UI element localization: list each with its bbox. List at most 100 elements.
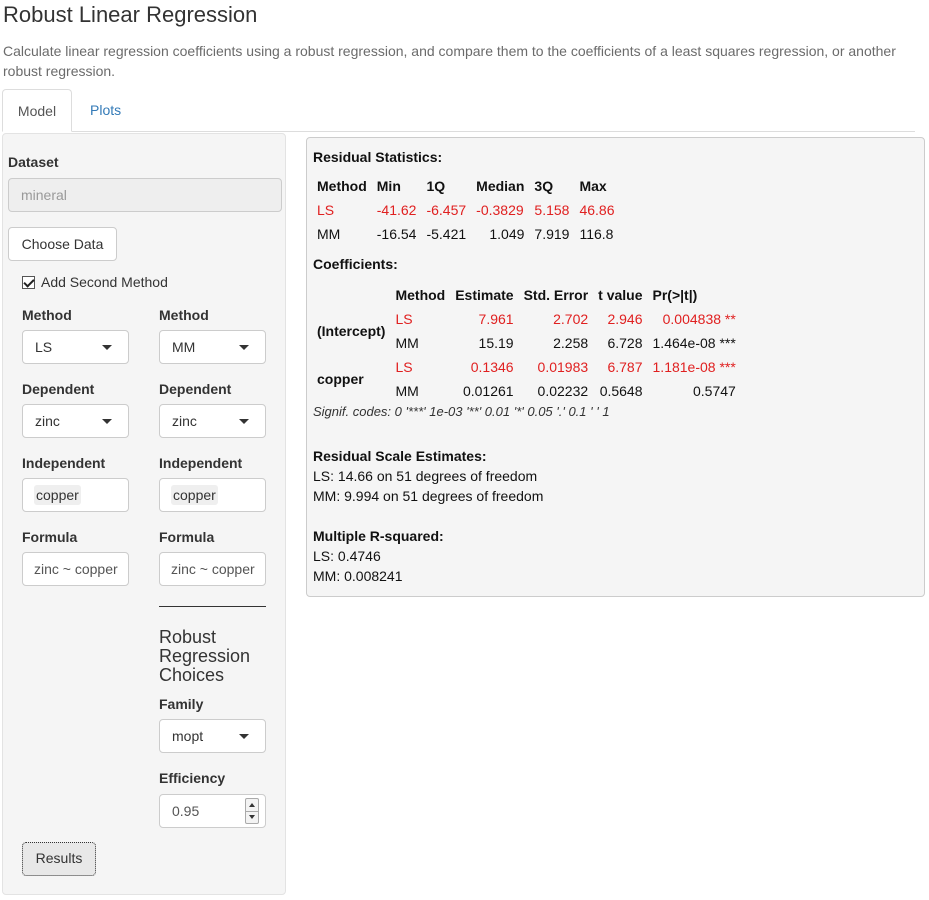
table-row: copper LS 0.1346 0.01983 6.787 1.181e-08… <box>317 355 746 387</box>
cell-max: 116.8 <box>579 226 614 242</box>
table-row: MM -16.54 -5.421 1.049 7.919 116.8 <box>317 222 625 246</box>
cell-estimate: 0.1346 <box>470 359 514 375</box>
independent-input-2[interactable]: copper <box>159 478 266 512</box>
cell-1q: -6.457 <box>426 202 467 218</box>
col-1q: 1Q <box>426 178 446 194</box>
cell-std-error: 2.702 <box>553 311 589 327</box>
output-panel: Residual Statistics: Method Min 1Q Media… <box>306 137 925 597</box>
tab-plots[interactable]: Plots <box>75 89 136 132</box>
spin-up-icon[interactable] <box>246 799 258 811</box>
results-button[interactable]: Results <box>22 842 96 876</box>
independent-chip-1[interactable]: copper <box>34 485 81 505</box>
cell-t-value: 0.5648 <box>599 383 643 399</box>
coefficients-table: Method Estimate Std. Error t value Pr(>|… <box>317 283 746 403</box>
caret-down-icon <box>239 345 249 350</box>
independent-label-2: Independent <box>159 455 243 471</box>
cell-estimate: 0.01261 <box>462 383 514 399</box>
table-header-row: Method Estimate Std. Error t value Pr(>|… <box>317 283 746 307</box>
cell-std-error: 0.02232 <box>537 383 589 399</box>
cell-p-value: 1.464e-08 *** <box>652 335 736 351</box>
cell-method: LS <box>395 311 413 327</box>
page-description: Calculate linear regression coefficients… <box>3 43 896 79</box>
dependent-select-2[interactable]: zinc <box>159 404 266 438</box>
cell-method: LS <box>317 202 335 218</box>
cell-method: MM <box>395 383 419 399</box>
method-select-2[interactable]: MM <box>159 330 266 364</box>
caret-down-icon <box>239 419 249 424</box>
formula-input-2[interactable]: zinc ~ copper <box>159 552 266 586</box>
tab-bar: Model Plots <box>2 89 915 132</box>
formula-input-1[interactable]: zinc ~ copper <box>22 552 129 586</box>
term-copper: copper <box>317 371 364 387</box>
cell-max: 46.86 <box>579 202 615 218</box>
caret-down-icon <box>102 419 112 424</box>
family-select[interactable]: mopt <box>159 719 266 753</box>
cell-p-value: 0.004838 ** <box>662 311 736 327</box>
formula-label-1: Formula <box>22 529 78 545</box>
col-3q: 3Q <box>534 178 554 194</box>
cell-t-value: 2.946 <box>607 311 643 327</box>
caret-down-icon <box>239 734 249 739</box>
col-method: Method <box>317 178 367 194</box>
efficiency-label: Efficiency <box>159 770 226 786</box>
table-row: (Intercept) LS 7.961 2.702 2.946 0.00483… <box>317 307 746 339</box>
independent-chip-2[interactable]: copper <box>171 485 218 505</box>
checkbox-checked-icon[interactable] <box>22 276 35 289</box>
col-max: Max <box>579 178 607 194</box>
col-std-error: Std. Error <box>523 287 589 303</box>
cell-p-value: 1.181e-08 *** <box>652 359 736 375</box>
cell-t-value: 6.787 <box>607 359 643 375</box>
signif-codes: Signif. codes: 0 '***' 1e-03 '**' 0.01 '… <box>313 404 610 419</box>
independent-input-1[interactable]: copper <box>22 478 129 512</box>
cell-min: -41.62 <box>376 202 417 218</box>
cell-1q: -5.421 <box>426 226 467 242</box>
cell-estimate: 15.19 <box>478 335 514 351</box>
efficiency-value: 0.95 <box>172 803 200 819</box>
cell-method: MM <box>395 335 419 351</box>
family-label: Family <box>159 696 204 712</box>
sidebar-panel: Dataset mineral Choose Data Add Second M… <box>2 133 286 895</box>
page-title: Robust Linear Regression <box>3 2 258 27</box>
cell-std-error: 0.01983 <box>537 359 589 375</box>
cell-median: 1.049 <box>489 226 525 242</box>
rsq-heading: Multiple R-squared: <box>313 528 444 544</box>
col-term <box>317 283 395 307</box>
tab-model[interactable]: Model <box>2 89 72 132</box>
robust-choices-heading: Robust Regression Choices <box>159 627 251 685</box>
term-intercept: (Intercept) <box>317 323 386 339</box>
cell-p-value: 0.5747 <box>692 383 736 399</box>
cell-std-error: 2.258 <box>553 335 589 351</box>
coefficients-heading: Coefficients: <box>313 256 398 272</box>
dependent-select-2-value: zinc <box>172 413 197 429</box>
add-second-method-checkbox[interactable]: Add Second Method <box>22 272 168 292</box>
col-method: Method <box>395 287 446 303</box>
cell-method: LS <box>395 359 413 375</box>
dataset-label: Dataset <box>8 154 59 170</box>
method-select-1-value: LS <box>35 339 53 355</box>
scale-mm: MM: 9.994 on 51 degrees of freedom <box>313 488 544 504</box>
method-label-2: Method <box>159 307 209 323</box>
rsq-mm: MM: 0.008241 <box>313 568 403 584</box>
cell-t-value: 6.728 <box>607 335 643 351</box>
method-select-1[interactable]: LS <box>22 330 129 364</box>
table-row: LS -41.62 -6.457 -0.3829 5.158 46.86 <box>317 198 625 222</box>
residual-stats-heading: Residual Statistics: <box>313 149 443 165</box>
caret-down-icon <box>102 345 112 350</box>
residual-stats-table: Method Min 1Q Median 3Q Max LS -41.62 -6… <box>317 174 625 246</box>
dependent-select-1[interactable]: zinc <box>22 404 129 438</box>
col-min: Min <box>376 178 401 194</box>
cell-3q: 7.919 <box>534 226 570 242</box>
efficiency-input[interactable]: 0.95 <box>159 794 266 828</box>
independent-label-1: Independent <box>22 455 106 471</box>
dependent-label-2: Dependent <box>159 381 232 397</box>
divider <box>159 606 266 607</box>
rsq-ls: LS: 0.4746 <box>313 548 381 564</box>
choose-data-button[interactable]: Choose Data <box>8 227 117 261</box>
spin-down-icon[interactable] <box>246 811 258 823</box>
dependent-label-1: Dependent <box>22 381 95 397</box>
cell-median: -0.3829 <box>476 202 524 218</box>
efficiency-spinner[interactable] <box>245 798 259 824</box>
method-select-2-value: MM <box>172 339 196 355</box>
cell-3q: 5.158 <box>534 202 570 218</box>
col-t-value: t value <box>598 287 643 303</box>
